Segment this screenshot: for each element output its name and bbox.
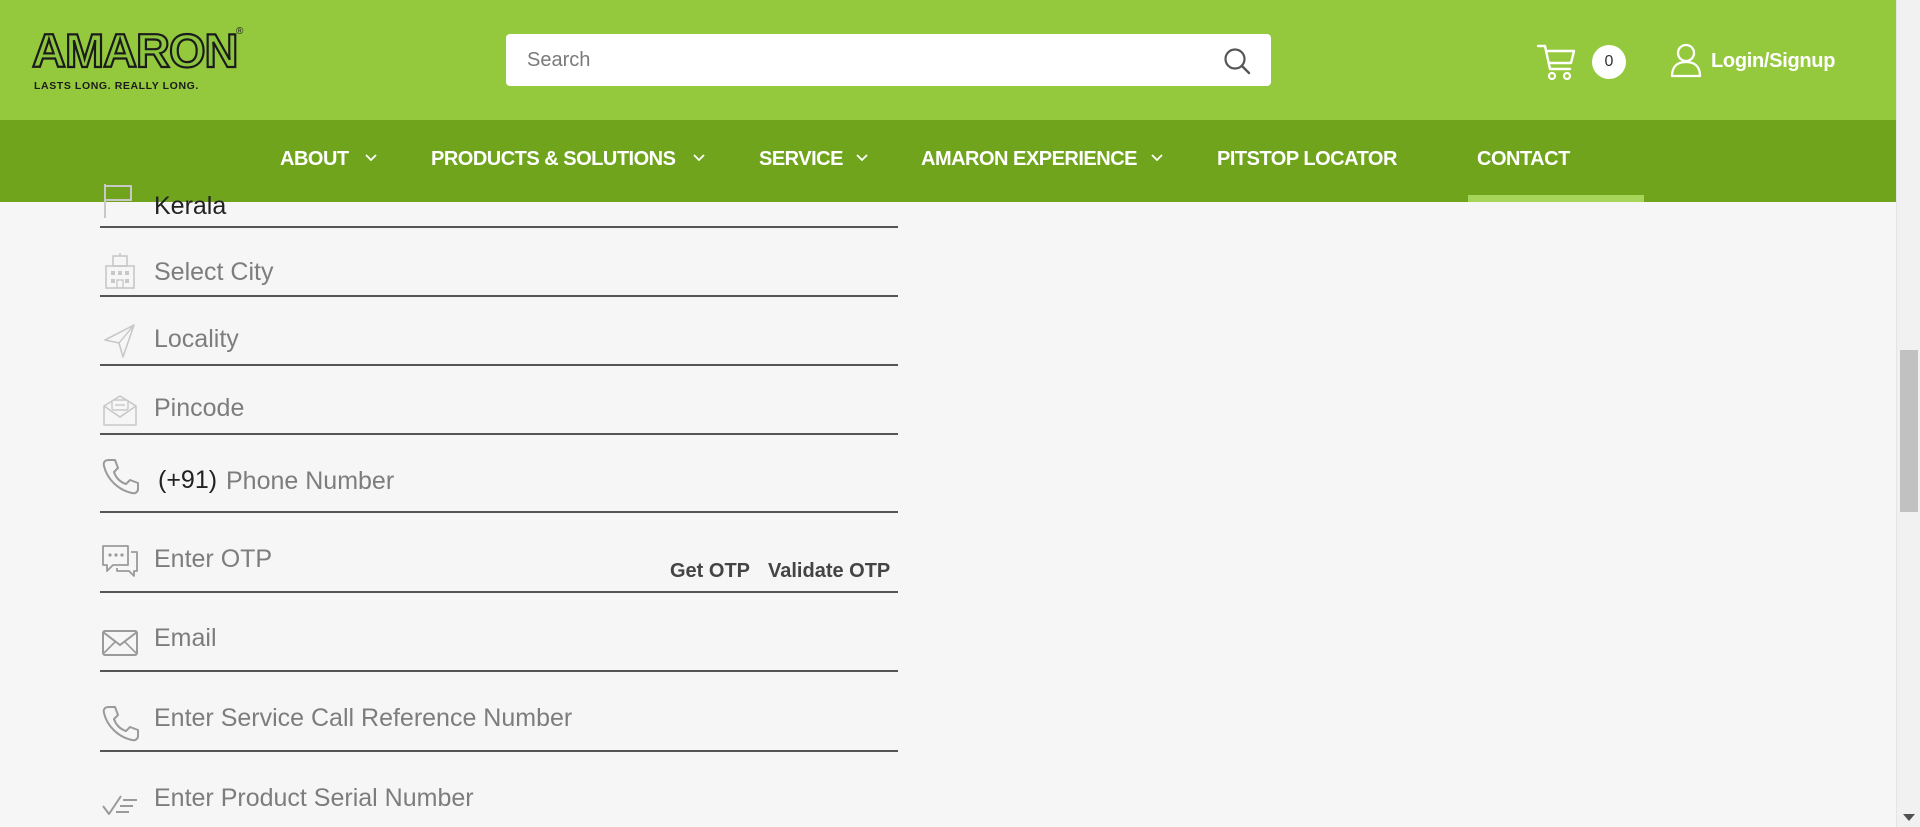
- envelope-pin-icon: [103, 395, 137, 426]
- otp-input[interactable]: [154, 541, 654, 577]
- cart-count-badge: 0: [1592, 45, 1626, 79]
- logo-wordmark: AMARON: [31, 24, 240, 77]
- serial-input[interactable]: [154, 780, 884, 816]
- serial-field[interactable]: [100, 752, 898, 827]
- nav-service[interactable]: SERVICE: [759, 148, 843, 171]
- pincode-field[interactable]: [100, 366, 898, 435]
- page-scrollbar[interactable]: [1896, 0, 1920, 827]
- nav-products-solutions[interactable]: PRODUCTS & SOLUTIONS: [431, 148, 676, 171]
- mail-icon: [102, 630, 138, 656]
- state-field[interactable]: Kerala: [100, 182, 898, 228]
- flag-icon: [104, 184, 132, 218]
- chevron-down-icon: [856, 154, 868, 162]
- logo-tagline: LASTS LONG. REALLY LONG.: [34, 80, 199, 92]
- chevron-down-icon: [693, 154, 705, 162]
- city-placeholder: Select City: [154, 258, 274, 286]
- logo-trademark: ®: [236, 26, 244, 37]
- nav-contact[interactable]: CONTACT: [1477, 148, 1570, 171]
- chat-icon: [102, 545, 138, 577]
- nav-amaron-experience[interactable]: AMARON EXPERIENCE: [921, 148, 1137, 171]
- get-otp-button[interactable]: Get OTP: [670, 560, 750, 583]
- location-arrow-icon: [104, 324, 135, 358]
- service-ref-input[interactable]: [154, 700, 884, 736]
- pincode-input[interactable]: [154, 390, 884, 426]
- validate-otp-button[interactable]: Validate OTP: [768, 560, 890, 583]
- search-box: [506, 34, 1271, 86]
- search-icon[interactable]: [1223, 47, 1251, 75]
- chevron-down-icon: [365, 154, 377, 162]
- locality-field[interactable]: [100, 297, 898, 366]
- scroll-down-arrow-icon[interactable]: [1903, 814, 1915, 821]
- email-input[interactable]: [154, 620, 884, 656]
- service-ref-field[interactable]: [100, 672, 898, 752]
- user-icon[interactable]: [1670, 42, 1702, 78]
- email-field[interactable]: [100, 593, 898, 672]
- phone-number-input[interactable]: [226, 463, 886, 499]
- nav-pitstop-locator[interactable]: PITSTOP LOCATOR: [1217, 148, 1397, 171]
- nav-about[interactable]: ABOUT: [280, 148, 349, 171]
- search-input[interactable]: [506, 34, 1206, 86]
- phone-icon: [102, 459, 139, 495]
- phone-field[interactable]: (+91): [100, 435, 898, 513]
- phone-icon: [102, 706, 139, 742]
- city-select[interactable]: Select City: [100, 228, 898, 297]
- building-icon: [105, 253, 135, 289]
- nav-active-indicator: [1468, 195, 1644, 202]
- scrollbar-thumb[interactable]: [1900, 350, 1918, 512]
- cart-icon[interactable]: [1536, 42, 1578, 82]
- phone-country-code: (+91): [158, 466, 218, 494]
- amaron-logo[interactable]: AMARON ® LASTS LONG. REALLY LONG.: [31, 24, 247, 96]
- checklist-icon: [102, 795, 137, 815]
- login-signup-link[interactable]: Login/Signup: [1711, 50, 1835, 73]
- state-value: Kerala: [154, 192, 227, 220]
- chevron-down-icon: [1151, 154, 1163, 162]
- locality-input[interactable]: [154, 321, 884, 357]
- otp-field[interactable]: Get OTP Validate OTP: [100, 513, 898, 593]
- top-header: AMARON ® LASTS LONG. REALLY LONG. 0 Logi…: [0, 0, 1896, 120]
